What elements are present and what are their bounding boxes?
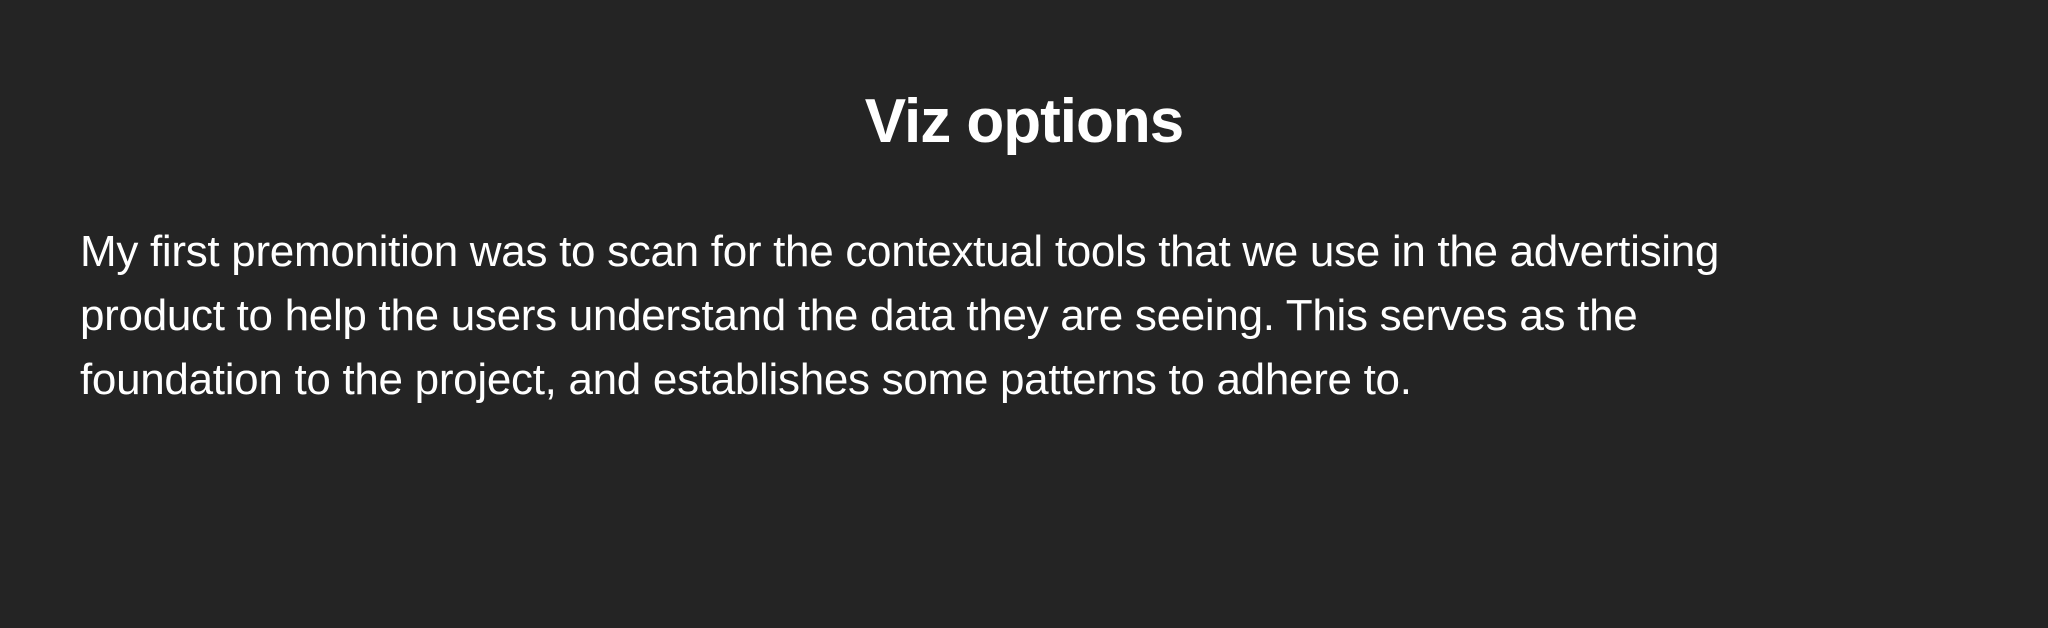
- paragraph-line-3: foundation to the project, and establish…: [80, 355, 1412, 404]
- paragraph-line-2: product to help the users understand the…: [80, 291, 1638, 340]
- paragraph-line-1: My first premonition was to scan for the…: [80, 227, 1720, 276]
- page-title: Viz options: [864, 87, 1185, 156]
- body-paragraph: My first premonition was to scan for the…: [80, 220, 1980, 412]
- slide-page: Viz options My first premonition was to …: [0, 0, 2048, 628]
